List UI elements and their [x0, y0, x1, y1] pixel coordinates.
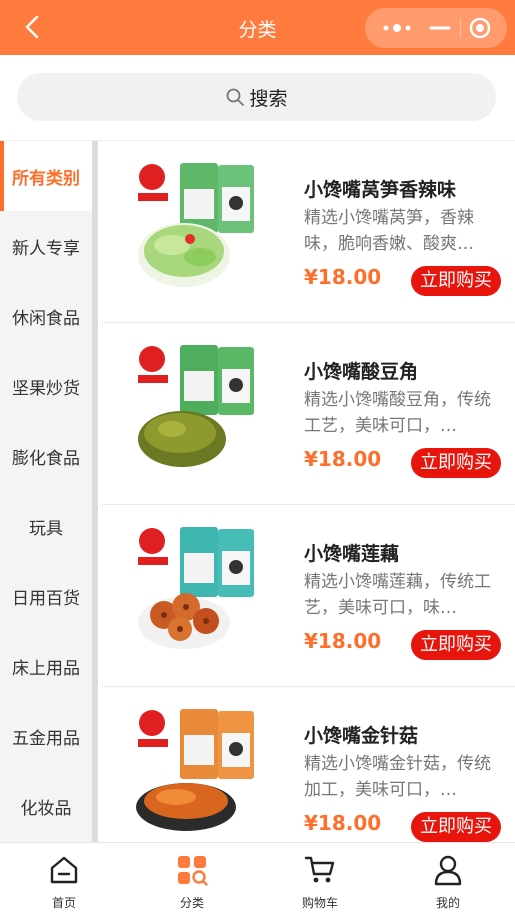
product-name: 小馋嘴莴笋香辣味	[304, 179, 457, 201]
product-desc: 精选小馋嘴酸豆角，传统工艺，美味可口，…	[304, 390, 491, 436]
category-snacks[interactable]: 休闲食品	[0, 281, 92, 351]
product-desc: 精选小馋嘴金针菇，传统加工，美味可口，…	[304, 754, 491, 800]
buy-now-button[interactable]: 立即购买	[411, 448, 501, 478]
search-icon	[227, 88, 245, 106]
product-item[interactable]: 小馋嘴酸豆角 精选小馋嘴酸豆角，传统工艺，美味可口，… ¥18.00 立即购买	[102, 323, 515, 505]
sidebar-scrollbar[interactable]	[92, 141, 98, 842]
cart-icon	[304, 856, 335, 883]
product-desc: 精选小馋嘴莴笋，香辣味，脆响香嫩、酸爽…	[304, 208, 474, 254]
tab-category[interactable]: 分类	[128, 843, 256, 918]
tab-cart[interactable]: 购物车	[256, 843, 384, 918]
product-name: 小馋嘴酸豆角	[304, 361, 419, 383]
product-name: 小馋嘴莲藕	[304, 543, 400, 565]
product-price: ¥18.00	[304, 265, 382, 289]
product-image	[136, 709, 254, 831]
product-item[interactable]: 小馋嘴金针菇 精选小馋嘴金针菇，传统加工，美味可口，… ¥18.00 立即购买	[102, 687, 515, 842]
tab-label: 分类	[179, 896, 204, 910]
buy-now-button[interactable]: 立即购买	[411, 630, 501, 660]
tab-label: 购物车	[301, 896, 338, 910]
search-label: 搜索	[249, 87, 288, 110]
category-hardware[interactable]: 五金用品	[0, 701, 92, 771]
category-toys[interactable]: 玩具	[0, 491, 92, 561]
product-item[interactable]: 小馋嘴莴笋香辣味 精选小馋嘴莴笋，香辣味，脆响香嫩、酸爽… ¥18.00 立即购…	[102, 141, 515, 323]
product-image	[138, 345, 254, 467]
tab-label: 首页	[51, 896, 76, 910]
category-nuts[interactable]: 坚果炒货	[0, 351, 92, 421]
category-cosmetics[interactable]: 化妆品	[0, 771, 92, 841]
product-price: ¥18.00	[304, 629, 382, 653]
more-icon[interactable]	[377, 18, 417, 38]
top-bar: 分类	[0, 0, 515, 55]
mini-program-capsule	[365, 8, 507, 48]
tab-home[interactable]: 首页	[0, 843, 128, 918]
search-bar[interactable]: 搜索	[17, 73, 496, 121]
tab-label: 我的	[435, 896, 460, 910]
product-name: 小馋嘴金针菇	[304, 725, 419, 747]
minimize-icon[interactable]	[425, 18, 455, 38]
product-image	[138, 163, 254, 287]
category-bedding[interactable]: 床上用品	[0, 631, 92, 701]
buy-now-button[interactable]: 立即购买	[411, 266, 501, 296]
product-desc: 精选小馋嘴莲藕，传统工艺，美味可口，味…	[304, 572, 491, 618]
capsule-divider	[460, 18, 461, 38]
category-sidebar: 所有类别 新人专享 休闲食品 坚果炒货 膨化食品 玩具 日用百货 床上用品 五金…	[0, 141, 92, 842]
product-image	[138, 527, 254, 649]
category-daily[interactable]: 日用百货	[0, 561, 92, 631]
category-puffed[interactable]: 膨化食品	[0, 421, 92, 491]
category-icon	[178, 856, 208, 886]
product-price: ¥18.00	[304, 811, 382, 835]
product-list: 小馋嘴莴笋香辣味 精选小馋嘴莴笋，香辣味，脆响香嫩、酸爽… ¥18.00 立即购…	[102, 141, 515, 842]
search-area: 搜索	[0, 55, 515, 141]
tab-profile[interactable]: 我的	[384, 843, 512, 918]
profile-icon	[434, 855, 462, 886]
category-all[interactable]: 所有类别	[0, 141, 92, 211]
buy-now-button[interactable]: 立即购买	[411, 812, 501, 842]
bottom-tab-bar: 首页 分类 购物车 我的	[0, 842, 515, 918]
product-price: ¥18.00	[304, 447, 382, 471]
close-target-icon[interactable]	[468, 16, 492, 40]
product-item[interactable]: 小馋嘴莲藕 精选小馋嘴莲藕，传统工艺，美味可口，味… ¥18.00 立即购买	[102, 505, 515, 687]
category-newcomer[interactable]: 新人专享	[0, 211, 92, 281]
home-icon	[50, 856, 78, 884]
